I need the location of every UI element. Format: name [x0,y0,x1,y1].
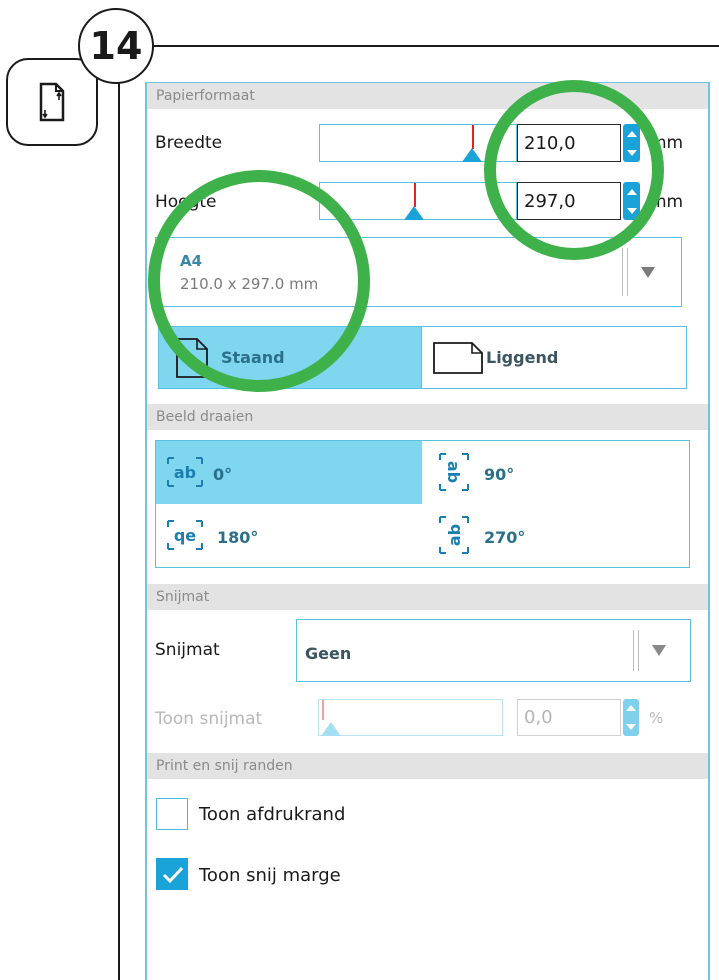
svg-text:ab: ab [174,463,196,482]
rotate-0-icon: ab [167,457,203,487]
height-slider-handle[interactable] [404,206,424,220]
show-mat-slider-marker [322,700,324,720]
page-orientation-badge [6,58,98,146]
portrait-page-icon [176,337,208,378]
svg-text:qe: qe [174,526,196,545]
rotate-90-icon: ab [439,453,469,491]
mat-dropdown[interactable]: Geen [296,619,691,682]
mat-dropdown-value: Geen [305,644,352,663]
paper-preset-dropdown[interactable]: A4 210.0 x 297.0 mm [155,237,682,307]
landscape-page-icon [433,341,483,374]
width-slider[interactable] [319,124,517,162]
height-stepper[interactable] [623,182,640,220]
show-mat-slider[interactable] [318,699,503,736]
section-print-cut-borders: Print en snij randen [147,753,708,779]
rotation-90-label: 90° [484,465,515,484]
height-input[interactable]: 297,0 [517,182,621,220]
rotation-270-label: 270° [484,528,526,547]
orientation-portrait-button[interactable]: Staand [158,326,422,389]
height-unit: mm [650,192,684,212]
paper-preset-name: A4 [180,252,203,270]
show-cut-margin-checkbox[interactable] [156,858,188,890]
section-rotate: Beeld draaien [147,404,708,430]
svg-text:ab: ab [444,461,463,483]
width-stepper[interactable] [623,124,640,162]
section-paper-size: Papierformaat [147,83,708,109]
orientation-portrait-label: Staand [221,348,285,367]
top-rule [150,45,719,47]
orientation-landscape-button[interactable]: Liggend [421,326,687,389]
mat-label: Snijmat [155,640,220,660]
show-mat-unit: % [649,709,664,727]
page-orientation-icon [39,82,65,122]
width-label: Breedte [155,133,223,153]
show-mat-input[interactable]: 0,0 [517,699,621,736]
chevron-down-icon[interactable] [641,267,655,278]
chevron-down-icon[interactable] [652,645,666,656]
dropdown-separator [633,630,639,671]
svg-text:ab: ab [445,524,464,546]
height-slider[interactable] [319,182,517,220]
rotation-0-label: 0° [213,465,233,484]
step-number: 14 [78,8,154,84]
left-rule [118,60,120,980]
checkmark-icon [162,866,184,884]
rotate-180-icon: qe [167,520,203,550]
show-cut-margin-label: Toon snij marge [199,865,341,886]
rotate-270-icon: ab [439,516,469,554]
show-mat-label: Toon snijmat [155,709,263,729]
dropdown-separator [622,248,628,296]
show-mat-stepper[interactable] [623,699,639,736]
show-mat-slider-handle[interactable] [321,722,341,736]
paper-preset-size: 210.0 x 297.0 mm [180,275,319,293]
width-slider-marker [472,125,474,149]
height-label: Hoogte [155,192,217,212]
show-print-border-checkbox[interactable] [156,798,188,830]
width-slider-handle[interactable] [462,148,482,162]
orientation-landscape-label: Liggend [486,348,559,367]
show-print-border-label: Toon afdrukrand [199,804,346,825]
height-slider-marker [414,183,416,207]
width-input[interactable]: 210,0 [517,124,621,162]
rotation-180-label: 180° [217,528,259,547]
section-cutting-mat: Snijmat [147,584,708,610]
width-unit: mm [650,133,684,153]
